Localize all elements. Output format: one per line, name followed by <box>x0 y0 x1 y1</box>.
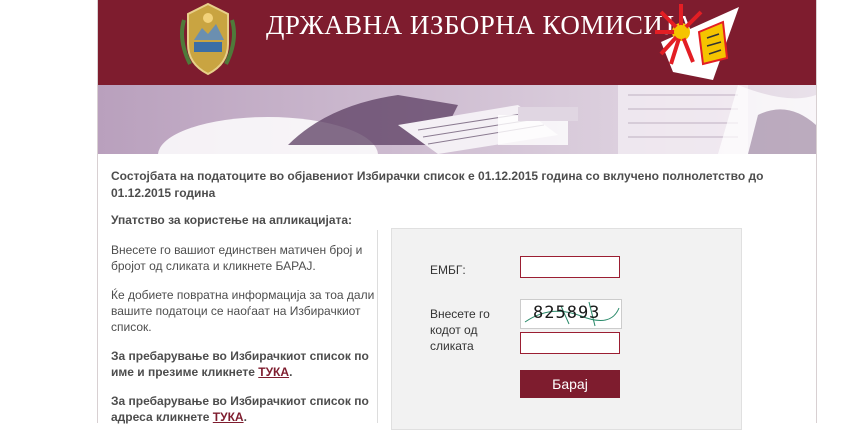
header-bar: ДРЖАВНА ИЗБОРНА КОМИСИЈА <box>98 0 816 85</box>
period: . <box>289 365 293 379</box>
instruction-paragraph: Ќе добиете повратна информација за тоа д… <box>111 288 375 334</box>
search-form: ЕМБГ: Внесете го кодот од сликата 825893… <box>391 228 742 430</box>
instructions-heading: Упатство за користење на апликацијата: <box>111 213 353 227</box>
embg-label: ЕМБГ: <box>430 263 466 277</box>
page-title: ДРЖАВНА ИЗБОРНА КОМИСИЈА <box>266 10 695 40</box>
captcha-code: 825893 <box>533 303 601 323</box>
address-search-instruction: За пребарување во Избирачкиот список по … <box>111 393 377 425</box>
captcha-input[interactable] <box>520 332 620 354</box>
captcha-image: 825893 <box>520 299 622 329</box>
coat-of-arms-icon <box>180 2 236 76</box>
page-container: ДРЖАВНА ИЗБОРНА КОМИСИЈА Состојбата на п… <box>97 0 817 430</box>
header-banner-image <box>98 85 816 154</box>
name-search-link[interactable]: ТУКА <box>258 365 289 379</box>
address-search-link[interactable]: ТУКА <box>213 410 244 424</box>
period: . <box>243 410 247 424</box>
embg-input[interactable] <box>520 256 620 278</box>
sun-emblem-icon <box>655 4 739 80</box>
instructions-panel: Внесете го вашиот единствен матичен број… <box>111 230 378 425</box>
captcha-label: Внесете го кодот од сликата <box>430 307 490 353</box>
search-button[interactable]: Барај <box>520 370 620 398</box>
instruction-paragraph: Внесете го вашиот единствен матичен број… <box>111 243 363 273</box>
data-status-notice: Состојбата на податоците во објавениот И… <box>111 169 764 200</box>
name-search-text: За пребарување во Избирачкиот список по … <box>111 349 369 379</box>
name-search-instruction: За пребарување во Избирачкиот список по … <box>111 348 377 380</box>
